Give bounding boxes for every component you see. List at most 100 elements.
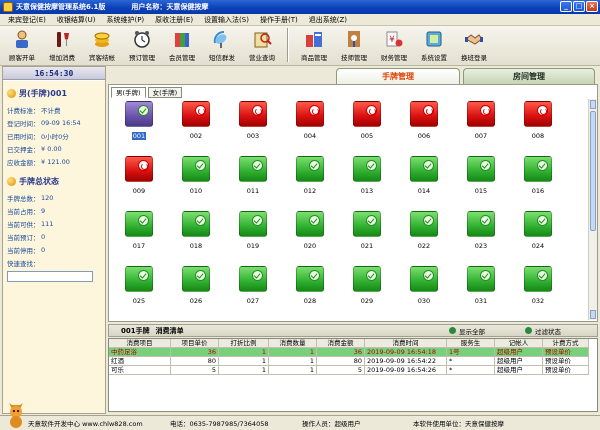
tab-token-management[interactable]: 手牌管理 (336, 68, 460, 84)
maximize-button[interactable]: □ (573, 1, 585, 12)
available-icon (309, 215, 320, 226)
menu-exit[interactable]: 退出系统(Z) (309, 15, 347, 25)
token-status-icon (467, 211, 495, 237)
occupied-icon (366, 105, 377, 116)
token-number: 022 (417, 242, 431, 250)
available-icon (252, 160, 263, 171)
table-cell: 中药足浴 (109, 348, 171, 357)
token-item[interactable]: 028 (290, 266, 330, 310)
menu-manual[interactable]: 操作手册(T) (260, 15, 298, 25)
table-cell: 红酒 (109, 357, 171, 366)
toolbar-add-consumption-button[interactable]: 增加消费 (42, 26, 82, 64)
token-item[interactable]: 022 (404, 211, 444, 255)
token-item[interactable]: 018 (176, 211, 216, 255)
token-item[interactable]: 012 (290, 156, 330, 200)
token-number: 008 (531, 132, 545, 140)
show-all-button[interactable]: 显示全部 (449, 326, 485, 336)
token-item[interactable]: 019 (233, 211, 273, 255)
token-number: 029 (360, 297, 374, 305)
toolbar-member-button[interactable]: 会员管理 (162, 26, 202, 64)
token-item[interactable]: 002 (176, 101, 216, 145)
token-item[interactable]: 027 (233, 266, 273, 310)
toolbar-separator (287, 28, 289, 62)
token-item[interactable]: 011 (233, 156, 273, 200)
subtab-female[interactable]: 女(手牌) (147, 87, 183, 98)
toolbar-shift-login-button[interactable]: 换班登录 (454, 26, 494, 64)
toolbar-therapist-button[interactable]: 技师管理 (334, 26, 374, 64)
unit-info: 本软件使用单位：天意保健按摩 (413, 420, 504, 428)
token-number: 015 (474, 187, 488, 195)
toolbar-finance-button[interactable]: ¥ 财务管理 (374, 26, 414, 64)
summary-row: 当前预订： 0 (7, 232, 46, 242)
token-item[interactable]: 010 (176, 156, 216, 200)
company-info: 天意软件开发中心 www.chlw828.com (28, 420, 143, 428)
table-row[interactable]: 中药足浴 36 1 1 36 2019-09-09 16:54:18 1号 超级用户 预设单价 (109, 348, 589, 357)
toolbar-sms-button[interactable]: 短信群发 (202, 26, 242, 64)
token-item[interactable]: 008 (518, 101, 558, 145)
scroll-thumb[interactable] (590, 111, 596, 231)
token-item[interactable]: 005 (347, 101, 387, 145)
token-item[interactable]: 009 (119, 156, 159, 200)
toolbar-business-query-button[interactable]: 营业查询 (242, 26, 282, 64)
menu-guest-register[interactable]: 来宾登记(E) (8, 15, 46, 25)
clock-display: 16:54:30 (3, 67, 105, 80)
token-item[interactable]: 013 (347, 156, 387, 200)
scroll-down-arrow[interactable] (590, 310, 596, 319)
token-item[interactable]: 029 (347, 266, 387, 310)
menu-checkout[interactable]: 收银结算(U) (57, 15, 96, 25)
token-item[interactable]: 003 (233, 101, 273, 145)
table-cell: 预设单价 (543, 366, 589, 375)
menu-input-method[interactable]: 设置输入法(S) (204, 15, 249, 25)
token-item[interactable]: 014 (404, 156, 444, 200)
table-cell: 36 (171, 348, 219, 357)
tab-room-management[interactable]: 房间管理 (463, 68, 595, 84)
token-item[interactable]: 025 (119, 266, 159, 310)
clock-icon (131, 28, 153, 50)
table-row[interactable]: 可乐 5 1 1 5 2019-09-09 16:54:26 * 超级用户 预设单价 (109, 366, 589, 375)
token-item[interactable]: 017 (119, 211, 159, 255)
info-row: 应收金额： ¥ 121.00 (7, 157, 70, 167)
toolbar-checkout-button[interactable]: 宾客结帐 (82, 26, 122, 64)
consumption-table: 消费项目 项目单价 打折比例 消费数量 消费金额 消费时间 服务生 记帐人 计费方式 中药足浴 36… (108, 338, 598, 412)
token-item[interactable]: 007 (461, 101, 501, 145)
token-item[interactable]: 015 (461, 156, 501, 200)
token-number: 030 (417, 297, 431, 305)
column-header: 计费方式 (543, 339, 589, 348)
token-item[interactable]: 021 (347, 211, 387, 255)
token-item[interactable]: 020 (290, 211, 330, 255)
token-item[interactable]: 004 (290, 101, 330, 145)
token-item[interactable]: 001 (119, 101, 159, 145)
menu-registration[interactable]: 原收注册(E) (155, 15, 193, 25)
toolbar-reservation-button[interactable]: 预订管理 (122, 26, 162, 64)
token-item[interactable]: 023 (461, 211, 501, 255)
scroll-up-arrow[interactable] (590, 100, 596, 109)
table-row[interactable]: 红酒 80 1 1 80 2019-09-09 16:54:22 * 超级用户 预设单价 (109, 357, 589, 366)
token-status-icon (182, 266, 210, 292)
menu-system-maintenance[interactable]: 系统维护(P) (106, 15, 144, 25)
filter-status-button[interactable]: 过滤状态 (525, 326, 561, 336)
grid-scrollbar[interactable] (588, 99, 597, 320)
token-number: 018 (189, 242, 203, 250)
token-number: 012 (303, 187, 317, 195)
quick-search-input[interactable] (7, 271, 93, 282)
token-number: 014 (417, 187, 431, 195)
toolbar-settings-button[interactable]: 系统设置 (414, 26, 454, 64)
token-number: 020 (303, 242, 317, 250)
subtab-male[interactable]: 男(手牌) (111, 87, 146, 98)
token-item[interactable]: 030 (404, 266, 444, 310)
token-item[interactable]: 024 (518, 211, 558, 255)
token-status-icon (125, 211, 153, 237)
table-cell: 2019-09-09 16:54:22 (365, 357, 447, 366)
token-item[interactable]: 026 (176, 266, 216, 310)
token-item[interactable]: 032 (518, 266, 558, 310)
token-item[interactable]: 006 (404, 101, 444, 145)
minimize-button[interactable]: _ (560, 1, 572, 12)
close-button[interactable]: × (586, 1, 598, 12)
column-header: 消费项目 (109, 339, 171, 348)
token-number: 011 (246, 187, 260, 195)
token-item[interactable]: 031 (461, 266, 501, 310)
table-cell: 预设单价 (543, 357, 589, 366)
token-item[interactable]: 016 (518, 156, 558, 200)
toolbar-goods-button[interactable]: 商品管理 (294, 26, 334, 64)
toolbar-customer-order-button[interactable]: 顾客开单 (2, 26, 42, 64)
